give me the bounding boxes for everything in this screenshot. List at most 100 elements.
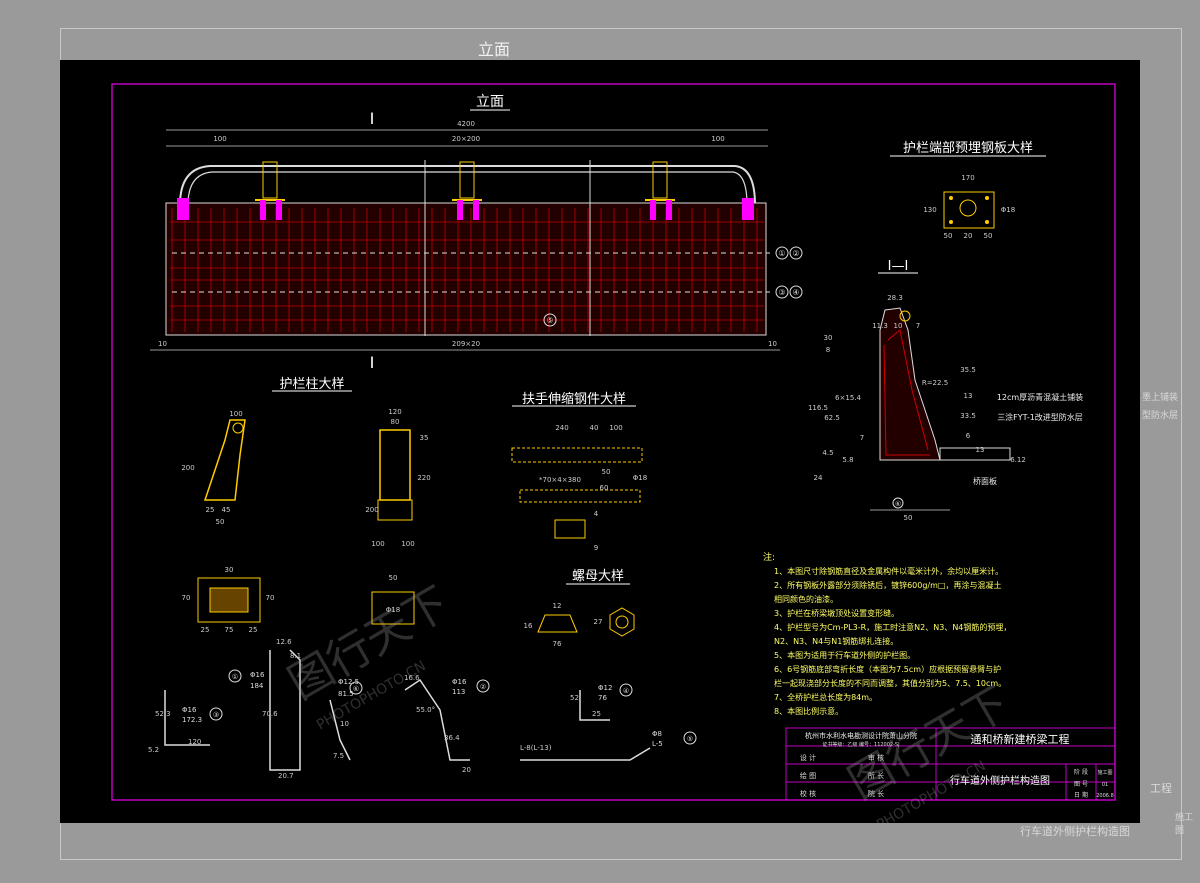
- note-line: 2、所有钢板外露部分须除锈后，镀锌600g/m□，再涂与混凝土: [774, 580, 1001, 590]
- sec-dim: 7: [916, 322, 920, 330]
- elevation-view: 立面 I I 4200 100 20×200 100 ① ② ③ ④ ⑤ 10 …: [150, 94, 803, 372]
- sec-dim: 24: [814, 474, 823, 482]
- background-title: 立面: [478, 40, 511, 59]
- note-line: 6、6号钢筋底部弯折长度（本图为7.5cm）应根据预留悬臂与护: [774, 664, 1001, 674]
- rebar-num: ⑤: [687, 735, 693, 743]
- section-mark-top: I: [370, 109, 375, 128]
- joint-dim: 100: [609, 424, 622, 432]
- note-line: 3、护栏在桥梁墩顶处设置变形缝。: [774, 608, 899, 618]
- section-title: I—I: [888, 259, 909, 274]
- anchor-bolt: [473, 200, 479, 220]
- post-plan-core: [209, 587, 249, 613]
- sec-dim: 50: [904, 514, 913, 522]
- tube-outer: [511, 447, 643, 463]
- plate-dim: 20: [964, 232, 973, 240]
- post-detail-view: 护栏柱大样 100 200 25 45 50 120 80 200 100 10…: [181, 377, 430, 634]
- sec-dim: 11.3: [872, 322, 888, 330]
- anchor-bolt: [742, 198, 754, 220]
- callout-4: ④: [792, 288, 799, 297]
- nut-side: [537, 614, 578, 633]
- dim-right: 100: [711, 135, 724, 143]
- handrail-joint-title: 扶手伸缩钢件大样: [522, 391, 626, 407]
- sec-dim: 4.5: [822, 449, 833, 457]
- tb-field-label: 日 期: [1074, 791, 1088, 799]
- nut-view: 螺母大样 16 12 76 27: [524, 569, 635, 648]
- note-line: 栏一起现浇部分长度的不同而调整，其值分别为5、7.5、10cm。: [774, 678, 1006, 688]
- plate-hole: [959, 199, 977, 217]
- rebar-len: 81.5: [338, 690, 354, 698]
- plan-dim: 70: [266, 594, 275, 602]
- nut-dim: 76: [553, 640, 562, 648]
- sec-dim: 6×15.4: [835, 394, 861, 402]
- sec-dim: R=22.5: [922, 379, 948, 387]
- ghost-note: 行车道外侧护栏构造图: [1020, 825, 1130, 838]
- section-callout: ⑥: [895, 500, 901, 508]
- post-base-plate: [377, 499, 413, 521]
- post-group: [255, 161, 675, 201]
- end-plate-view: 护栏端部预埋钢板大样 170 130 50 20 50 Φ18: [890, 141, 1046, 240]
- section-label: 三涂FYT-1改进型防水层: [997, 412, 1083, 422]
- cad-drawing: 立面 I I 4200 100 20×200 100 ① ② ③ ④ ⑤ 10 …: [111, 83, 1116, 823]
- note-line: 8、本图比例示意。: [774, 706, 843, 716]
- plate-dim: 170: [961, 174, 974, 182]
- rebar-label: Φ16: [452, 678, 467, 686]
- plate-dim: 50: [944, 232, 953, 240]
- nut-hole: [615, 615, 629, 629]
- post-dim: 25: [206, 506, 215, 514]
- joint-dim: 240: [555, 424, 568, 432]
- rebar-dim: 20: [462, 766, 471, 774]
- joint-dim: 9: [594, 544, 598, 552]
- parapet-wall: [165, 202, 767, 336]
- end-plate-title: 护栏端部预埋钢板大样: [903, 141, 1033, 156]
- nut-dim: 12: [553, 602, 562, 610]
- rebar-label: Φ8: [652, 730, 662, 738]
- plan-dim: 75: [225, 626, 234, 634]
- anchor-bolt: [457, 200, 463, 220]
- rebar-shapes: ① Φ16 184 ② Φ16 113 ③ Φ16 172.3 ④ Φ12 76…: [148, 638, 697, 780]
- joint-dim: 50: [602, 468, 611, 476]
- ghost-note: 型防水层: [1142, 411, 1179, 421]
- joint-dim: *70×4×380: [539, 476, 581, 484]
- ghost-note: 工程: [1150, 782, 1172, 795]
- nut-dim: 27: [594, 618, 603, 626]
- handrail-joint-view: 扶手伸缩钢件大样 240 40 100 50 Φ18 *70×4×380 60 …: [511, 391, 647, 552]
- post-dim: 50: [216, 518, 225, 526]
- anchor-bolt: [650, 200, 656, 220]
- post-front-profile: [379, 429, 411, 501]
- post-dim: 100: [401, 540, 414, 548]
- tb-role: 校 核: [800, 789, 816, 798]
- plate-dim: 50: [984, 232, 993, 240]
- anchor-bolt: [260, 200, 266, 220]
- post-dim: 100: [371, 540, 384, 548]
- note-line: 5、本图为适用于行车道外侧的护栏图。: [774, 650, 915, 660]
- note-line: N2、N3、N4与N1钢筋绑扎连接。: [774, 636, 898, 646]
- notes-heading: 注:: [763, 551, 775, 563]
- dim-bottom-mid: 209×20: [452, 340, 480, 348]
- post: [652, 161, 668, 199]
- joint-dim: 40: [590, 424, 599, 432]
- tb-field-value: 01: [1102, 782, 1108, 788]
- sec-dim: 6.12: [1010, 456, 1026, 464]
- dim-mid: 20×200: [452, 135, 480, 143]
- rebar-num: ①: [232, 673, 238, 681]
- sec-dim: 116.5: [808, 404, 828, 412]
- plate-bolt: [985, 196, 989, 200]
- note-line: 相同颜色的油漆。: [774, 594, 838, 604]
- rebar-dim: 20.7: [278, 772, 294, 780]
- plan-dim: 25: [249, 626, 258, 634]
- rebar-num: ⑥: [353, 685, 359, 693]
- post-side-profile: [203, 419, 246, 501]
- post-dim: 35: [420, 434, 429, 442]
- plate-bolt: [985, 220, 989, 224]
- sec-dim: 13: [964, 392, 973, 400]
- anchor-bolt: [666, 200, 672, 220]
- post-dim: 200: [181, 464, 194, 472]
- cad-viewport[interactable]: 立面 I I 4200 100 20×200 100 ① ② ③ ④ ⑤ 10 …: [60, 60, 1140, 823]
- nut-title: 螺母大样: [572, 569, 624, 584]
- plate-bolt: [949, 196, 953, 200]
- sec-dim: 62.5: [824, 414, 840, 422]
- rebar-num: ②: [480, 683, 486, 691]
- tb-role: 绘 图: [800, 771, 816, 780]
- sec-dim: 30: [824, 334, 833, 342]
- rebar-dim: 52: [570, 694, 579, 702]
